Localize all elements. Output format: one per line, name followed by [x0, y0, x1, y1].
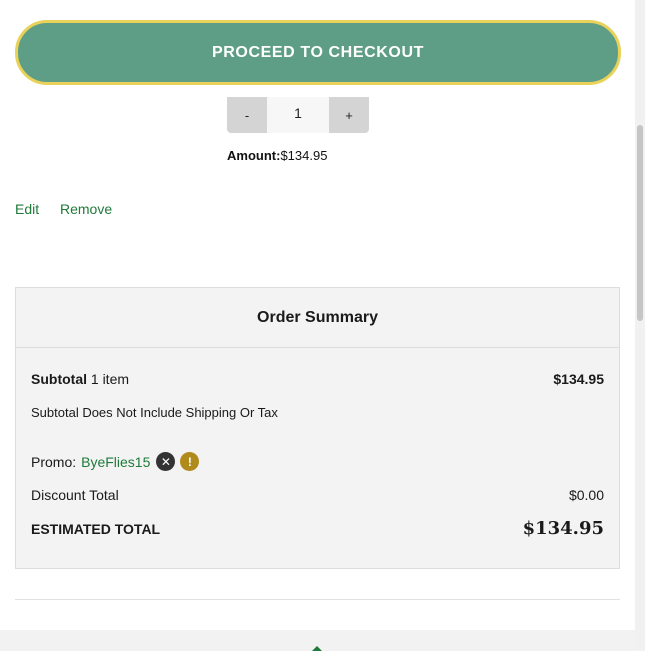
- subtotal-note: Subtotal Does Not Include Shipping Or Ta…: [31, 405, 278, 420]
- alert-circle-icon[interactable]: !: [180, 452, 200, 471]
- quantity-stepper: - 1 +: [227, 97, 369, 133]
- footer-bar: [0, 630, 635, 651]
- subtotal-label: Subtotal: [31, 371, 87, 387]
- chevron-up-icon[interactable]: [311, 646, 323, 651]
- estimated-total-label: ESTIMATED TOTAL: [31, 521, 161, 537]
- promo-row: Promo: ByeFlies15 ✕ !: [31, 452, 604, 471]
- estimated-total-value: $134.95: [522, 518, 604, 539]
- subtotal-item-count: 1 item: [87, 371, 130, 387]
- estimated-total-row: ESTIMATED TOTAL $134.95: [31, 518, 604, 539]
- increase-quantity-button[interactable]: +: [329, 97, 369, 133]
- edit-item-link[interactable]: Edit: [15, 201, 39, 217]
- promo-label: Promo:: [31, 453, 77, 470]
- subtotal-row: Subtotal 1 item $134.95: [31, 371, 604, 387]
- discount-row: Discount Total $0.00: [31, 487, 604, 503]
- order-summary-title: Order Summary: [16, 288, 619, 348]
- discount-label: Discount Total: [31, 487, 119, 503]
- decrease-quantity-button[interactable]: -: [227, 97, 267, 133]
- subtotal-value: $134.95: [553, 371, 604, 387]
- section-divider: [15, 599, 620, 600]
- amount-label: Amount:: [227, 148, 281, 163]
- promo-code: ByeFlies15: [81, 453, 151, 470]
- discount-value: $0.00: [568, 487, 604, 503]
- quantity-input[interactable]: 1: [267, 97, 329, 133]
- cart-page: PROCEED TO CHECKOUT - 1 + Amount:$134.95…: [0, 0, 645, 651]
- order-summary-panel: Order Summary Subtotal 1 item $134.95 Su…: [15, 287, 620, 569]
- scrollbar-thumb[interactable]: [637, 125, 643, 321]
- close-circle-icon[interactable]: ✕: [156, 452, 176, 471]
- scrollbar[interactable]: [635, 0, 645, 651]
- remove-item-link[interactable]: Remove: [60, 201, 112, 217]
- amount-value: $134.95: [280, 148, 328, 163]
- proceed-to-checkout-button[interactable]: PROCEED TO CHECKOUT: [15, 20, 621, 85]
- item-amount: Amount:$134.95: [227, 148, 327, 163]
